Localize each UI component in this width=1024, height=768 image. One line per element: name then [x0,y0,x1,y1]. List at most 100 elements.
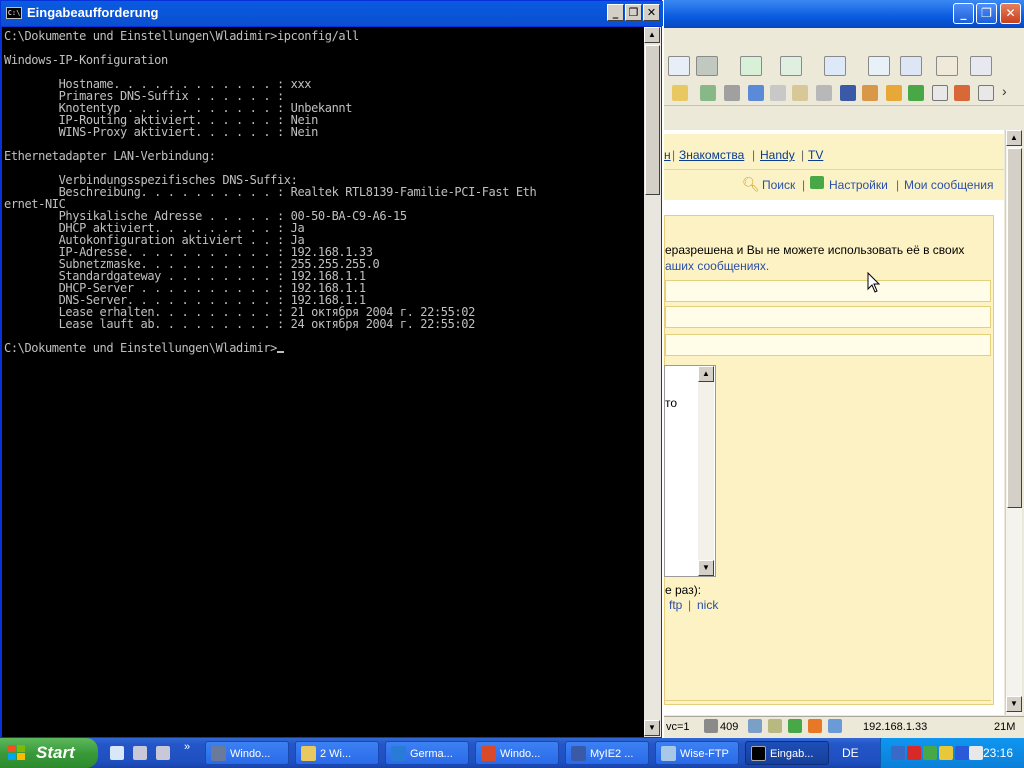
notice-line-1: еразрешена и Вы не можете использовать е… [665,243,965,257]
textarea-text: то [665,396,678,410]
scroll-thumb[interactable] [645,45,660,195]
page-icon[interactable] [668,56,690,76]
textarea-scrollbar[interactable]: ▲ ▼ [698,366,714,576]
console-window[interactable]: C:\ Eingabeaufforderung _ ❐ ✕ C:\Dokumen… [0,0,663,738]
start-button[interactable]: Start [0,738,98,768]
settings-link[interactable]: Настройки [829,178,888,192]
gear-icon[interactable] [808,719,822,733]
checklist-icon[interactable] [932,85,948,101]
nav-link-handy[interactable]: Handy [760,148,795,162]
scroll-thumb[interactable] [1007,148,1022,508]
notes-icon[interactable] [792,85,808,101]
taskbar-task-button[interactable]: Windo... [205,741,289,765]
nick-link[interactable]: nick [697,598,718,612]
minimize-button[interactable]: _ [607,4,624,21]
taskbar-task-button[interactable]: Windo... [475,741,559,765]
edit-icon[interactable] [936,56,958,76]
console-scrollbar[interactable]: ▲ ▼ [644,27,661,737]
search-icon[interactable]: 🔍︎ [742,176,760,193]
background-browser-window[interactable]: _ ❐ ✕ › н | Знакомства | Handy | TV 🔍︎ П… [664,0,1024,738]
nav-separator: | [896,178,900,192]
taskbar-task-button[interactable]: 2 Wi... [295,741,379,765]
search-link[interactable]: Поиск [762,178,795,192]
taskbar-task-button[interactable]: MyIE2 ... [565,741,649,765]
antivirus-icon[interactable] [907,746,921,760]
chevron-expand-icon[interactable]: » [184,741,190,753]
nav-link-tv[interactable]: TV [808,148,823,162]
quicklaunch-icon[interactable] [156,746,170,760]
my-messages-link[interactable]: Мои сообщения [904,178,993,192]
console-title: Eingabeaufforderung [27,5,159,20]
help-icon[interactable] [955,746,969,760]
paste-icon[interactable] [770,85,786,101]
console-title-bar[interactable]: C:\ Eingabeaufforderung _ ❐ ✕ [1,1,663,26]
image-icon[interactable] [700,85,716,101]
clock[interactable]: 23:16 [983,746,1013,760]
scroll-up-icon[interactable]: ▲ [698,366,714,382]
form-field[interactable] [665,280,991,302]
folder-icon[interactable] [696,56,718,76]
status-icon[interactable] [828,719,842,733]
task-label: MyIE2 ... [590,748,634,760]
ghost-icon[interactable] [724,85,740,101]
chevron-right-icon[interactable]: › [1002,83,1007,99]
console-icon: C:\ [6,7,22,19]
volume-icon[interactable] [969,746,983,760]
ftp-link[interactable]: ftp [669,598,682,612]
notice-line-2[interactable]: аших сообщениях. [665,259,769,273]
maximize-button[interactable]: ❐ [625,4,642,21]
status-icon[interactable] [788,719,802,733]
language-indicator[interactable]: DE [842,746,859,760]
console-output-text: C:\Dokumente und Einstellungen\Wladimir>… [4,29,537,355]
close-button[interactable]: ✕ [1000,3,1021,24]
refresh-icon[interactable] [908,85,924,101]
scroll-down-icon[interactable]: ▼ [1006,696,1022,712]
settings-icon[interactable] [810,176,824,189]
task-label: Windo... [230,748,271,760]
form-field[interactable] [665,306,991,328]
scroll-up-icon[interactable]: ▲ [1006,130,1022,146]
windows-logo-icon [8,745,25,760]
scroll-down-icon[interactable]: ▼ [644,720,660,736]
status-icon[interactable] [748,719,762,733]
nav-separator: | [801,148,805,162]
maximize-button[interactable]: ❐ [976,3,997,24]
taskbar-task-button[interactable]: Germa... [385,741,469,765]
form-field[interactable] [665,334,991,356]
security-icon[interactable] [939,746,953,760]
tool-icon[interactable] [816,85,832,101]
show-desktop-icon[interactable] [110,746,124,760]
below-textarea-text: е раз): [665,583,702,597]
compass-icon[interactable] [840,85,856,101]
taskbar-task-button[interactable]: Eingab... [745,741,829,765]
scroll-down-icon[interactable]: ▼ [698,560,714,576]
console-output-area[interactable]: C:\Dokumente und Einstellungen\Wladimir>… [2,27,644,737]
quicklaunch-icon[interactable] [133,746,147,760]
scroll-up-icon[interactable]: ▲ [644,27,660,43]
close-button[interactable]: ✕ [643,4,660,21]
browser-title-bar[interactable]: _ ❐ ✕ [664,0,1024,28]
check-icon[interactable] [978,85,994,101]
separator: | [688,598,692,612]
task-label: Eingab... [770,748,814,760]
nav-link-znakomstva[interactable]: Знакомства [679,148,744,162]
settings-icon[interactable] [954,85,970,101]
download-icon[interactable] [780,56,802,76]
status-icon[interactable] [768,719,782,733]
tray-icon[interactable] [891,746,905,760]
arrows-icon[interactable] [886,85,902,101]
page-scrollbar[interactable]: ▲ ▼ [1005,130,1022,715]
grid-icon[interactable] [900,56,922,76]
highlighter-icon[interactable] [672,85,688,101]
undo-icon[interactable] [824,56,846,76]
taskbar-task-button[interactable]: Wise-FTP [655,741,739,765]
minimize-button[interactable]: _ [953,3,974,24]
upload-icon[interactable] [868,56,890,76]
paint-icon[interactable] [862,85,878,101]
open-icon[interactable] [740,56,762,76]
copy-icon[interactable] [748,85,764,101]
nav-link-cut[interactable]: н [664,148,671,162]
network-icon[interactable] [923,746,937,760]
trash-icon[interactable] [704,719,718,733]
clock-icon[interactable] [970,56,992,76]
